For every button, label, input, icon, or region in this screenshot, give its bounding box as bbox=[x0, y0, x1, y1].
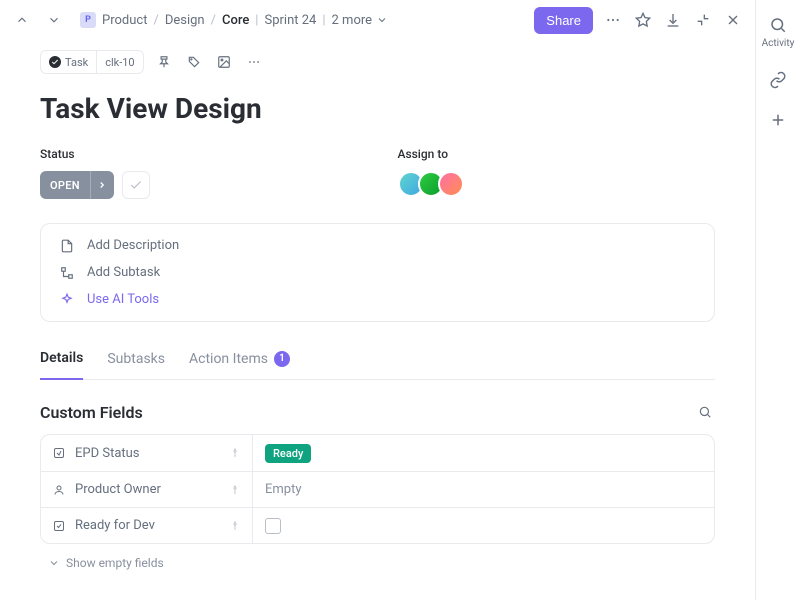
share-button[interactable]: Share bbox=[534, 7, 593, 34]
show-empty-toggle[interactable]: Show empty fields bbox=[40, 556, 715, 570]
task-chip[interactable]: Task clk-10 bbox=[40, 50, 144, 74]
breadcrumb: P Product / Design / Core | Sprint 24 | … bbox=[80, 12, 388, 28]
custom-field-row: Product Owner Empty bbox=[41, 471, 714, 507]
link-icon bbox=[769, 71, 787, 89]
breadcrumb-sep: / bbox=[153, 13, 158, 28]
tab-action-items-label: Action Items bbox=[189, 351, 268, 367]
status-value: OPEN bbox=[40, 179, 90, 192]
pin-icon[interactable] bbox=[230, 485, 240, 495]
task-title[interactable]: Task View Design bbox=[40, 92, 715, 125]
activity-panel-button[interactable]: Activity bbox=[762, 16, 795, 49]
breadcrumb-item[interactable]: Core bbox=[222, 13, 249, 28]
add-panel-button[interactable] bbox=[769, 111, 787, 129]
checkbox[interactable] bbox=[265, 518, 281, 534]
pin-icon[interactable] bbox=[154, 52, 174, 72]
activity-label: Activity bbox=[762, 38, 795, 49]
link-panel-button[interactable] bbox=[769, 71, 787, 89]
nav-up-icon[interactable] bbox=[12, 10, 32, 30]
search-icon[interactable] bbox=[695, 402, 715, 422]
custom-fields-heading: Custom Fields bbox=[40, 403, 143, 422]
plus-icon bbox=[769, 111, 787, 129]
select-icon bbox=[53, 447, 65, 459]
mark-complete-button[interactable] bbox=[122, 171, 150, 199]
avatar[interactable] bbox=[438, 171, 464, 197]
custom-fields-table: EPD Status Ready Product Owner Empty bbox=[40, 434, 715, 544]
task-meta: Task clk-10 bbox=[40, 50, 715, 74]
breadcrumb-more-label: 2 more bbox=[332, 13, 373, 28]
star-icon[interactable] bbox=[633, 10, 653, 30]
use-ai-label: Use AI Tools bbox=[87, 292, 159, 307]
assignee-avatars[interactable] bbox=[398, 171, 716, 197]
workspace-avatar-icon[interactable]: P bbox=[80, 12, 96, 28]
tab-subtasks[interactable]: Subtasks bbox=[107, 351, 165, 379]
status-next-icon[interactable] bbox=[90, 171, 114, 199]
custom-field-row: Ready for Dev bbox=[41, 507, 714, 543]
collapse-icon[interactable] bbox=[693, 10, 713, 30]
breadcrumb-more[interactable]: 2 more bbox=[332, 13, 389, 28]
tabs: Details Subtasks Action Items 1 bbox=[40, 350, 715, 380]
add-description-button[interactable]: Add Description bbox=[59, 238, 696, 253]
use-ai-button[interactable]: Use AI Tools bbox=[59, 292, 696, 307]
more-menu-icon[interactable] bbox=[603, 10, 623, 30]
activity-icon bbox=[769, 16, 787, 34]
user-icon bbox=[53, 484, 65, 496]
status-badge: Ready bbox=[265, 444, 311, 463]
right-sidebar: Activity bbox=[756, 0, 800, 600]
pin-icon[interactable] bbox=[230, 521, 240, 531]
doc-icon bbox=[59, 239, 75, 253]
tag-icon[interactable] bbox=[184, 52, 204, 72]
breadcrumb-item[interactable]: Design bbox=[165, 13, 205, 28]
status-label: Status bbox=[40, 147, 358, 161]
custom-field-name: Product Owner bbox=[75, 482, 161, 497]
custom-field-name: EPD Status bbox=[75, 446, 140, 461]
task-type-label: Task bbox=[65, 56, 88, 69]
show-empty-label: Show empty fields bbox=[66, 556, 164, 570]
action-items-count: 1 bbox=[274, 351, 290, 367]
status-pill[interactable]: OPEN bbox=[40, 171, 114, 199]
add-description-label: Add Description bbox=[87, 238, 179, 253]
pin-icon[interactable] bbox=[230, 448, 240, 458]
breadcrumb-sep: | bbox=[322, 13, 325, 28]
close-icon[interactable] bbox=[723, 10, 743, 30]
custom-field-value-cell[interactable] bbox=[253, 518, 714, 534]
tab-details[interactable]: Details bbox=[40, 350, 83, 380]
breadcrumb-item[interactable]: Product bbox=[102, 13, 147, 28]
chevron-down-icon bbox=[48, 557, 60, 569]
breadcrumb-sep: | bbox=[255, 13, 258, 28]
topbar: P Product / Design / Core | Sprint 24 | … bbox=[0, 0, 755, 40]
custom-field-value: Empty bbox=[265, 482, 302, 497]
add-subtask-button[interactable]: Add Subtask bbox=[59, 265, 696, 280]
description-box: Add Description Add Subtask Use AI Tools bbox=[40, 223, 715, 322]
download-icon[interactable] bbox=[663, 10, 683, 30]
custom-field-row: EPD Status Ready bbox=[41, 435, 714, 471]
assign-label: Assign to bbox=[398, 147, 716, 161]
nav-down-icon[interactable] bbox=[44, 10, 64, 30]
tab-action-items[interactable]: Action Items 1 bbox=[189, 351, 290, 379]
custom-field-value-cell[interactable]: Ready bbox=[253, 444, 714, 463]
breadcrumb-sprint[interactable]: Sprint 24 bbox=[264, 13, 316, 28]
breadcrumb-sep: / bbox=[211, 13, 216, 28]
task-type-dot-icon bbox=[49, 56, 61, 68]
add-subtask-label: Add Subtask bbox=[87, 265, 160, 280]
chevron-down-icon bbox=[376, 14, 388, 26]
checkbox-icon bbox=[53, 520, 65, 532]
ai-icon bbox=[59, 293, 75, 307]
task-id: clk-10 bbox=[96, 51, 142, 73]
subtask-icon bbox=[59, 266, 75, 280]
custom-field-value-cell[interactable]: Empty bbox=[253, 482, 714, 497]
image-icon[interactable] bbox=[214, 52, 234, 72]
more-icon[interactable] bbox=[244, 52, 264, 72]
custom-field-name: Ready for Dev bbox=[75, 518, 155, 533]
